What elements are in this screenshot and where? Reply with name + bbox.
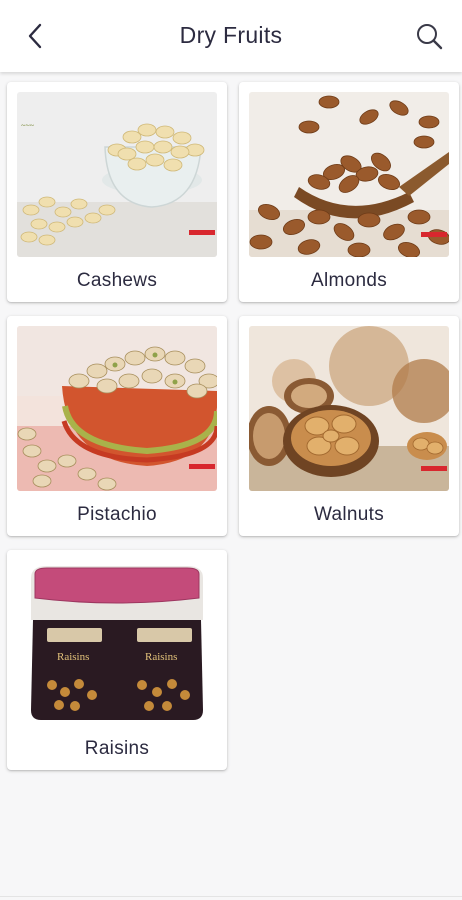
product-card-raisins[interactable]: Raisins Raisins Raisins: [7, 550, 227, 770]
raisins-image: Raisins Raisins: [17, 560, 217, 725]
cashews-image: ~~~: [17, 92, 217, 257]
search-icon: [417, 24, 443, 50]
svg-text:Raisins: Raisins: [145, 651, 177, 663]
product-label: Walnuts: [313, 504, 385, 525]
product-card-almonds[interactable]: Almonds: [239, 82, 459, 302]
product-label: Cashews: [76, 270, 158, 291]
divider: [0, 896, 462, 897]
svg-text:Raisins: Raisins: [57, 651, 89, 663]
product-grid: ~~~ Cashews Almonds Pistachio Walnuts Ra…: [0, 72, 462, 900]
product-label: Almonds: [310, 270, 388, 291]
walnuts-image: [249, 326, 449, 491]
app-bar: Dry Fruits: [0, 0, 462, 72]
pistachio-image: [17, 326, 217, 491]
product-card-cashews[interactable]: ~~~ Cashews: [7, 82, 227, 302]
product-card-pistachio[interactable]: Pistachio: [7, 316, 227, 536]
product-label: Raisins: [84, 738, 150, 759]
product-card-walnuts[interactable]: Walnuts: [239, 316, 459, 536]
page-title: Dry Fruits: [179, 22, 283, 48]
svg-text:~~~: ~~~: [21, 121, 35, 130]
almonds-image: [249, 92, 449, 257]
search-button[interactable]: [412, 19, 448, 53]
product-label: Pistachio: [77, 504, 157, 525]
